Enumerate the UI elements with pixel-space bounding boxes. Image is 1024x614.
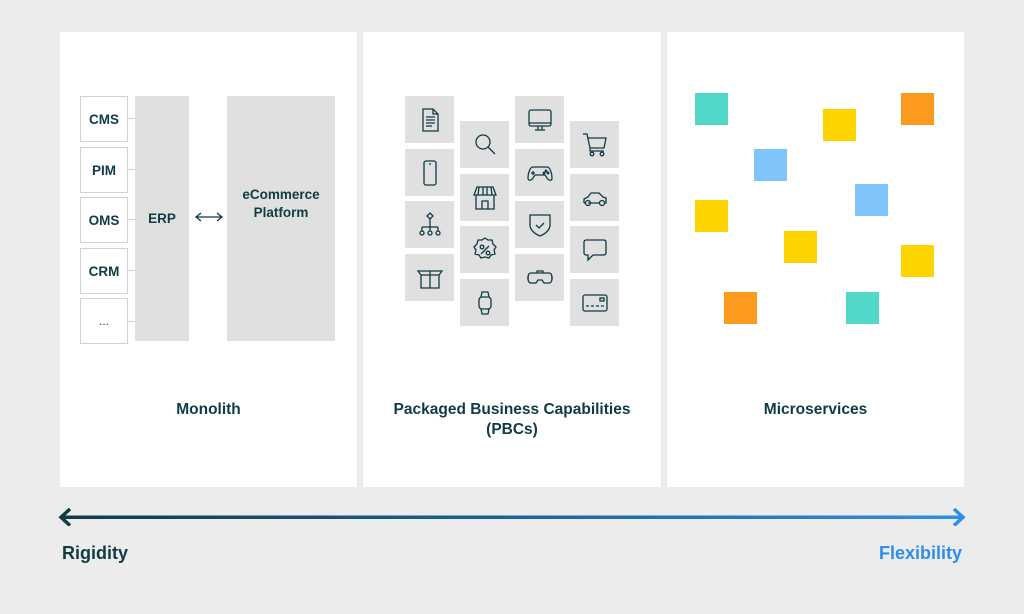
connector-line [128, 219, 135, 220]
system-label: PIM [91, 162, 116, 178]
search-icon [474, 133, 495, 154]
pbc-tile [405, 201, 454, 248]
microservice-square-orange [901, 93, 934, 125]
ecommerce-label-line2: Platform [253, 204, 309, 220]
system-label: ... [98, 314, 109, 328]
pbc-tile [405, 96, 454, 143]
pbc-tile [405, 254, 454, 301]
shield-check-icon [528, 213, 551, 237]
car-icon [582, 191, 607, 206]
connector-line [128, 321, 135, 322]
system-box-oms: OMS [80, 197, 128, 243]
pbc-tile [570, 174, 619, 221]
pbcs-title: Packaged Business Capabilities (PBCs) [363, 400, 661, 440]
pbc-tile [460, 279, 509, 326]
cart-icon [582, 132, 607, 156]
discount-icon [472, 236, 497, 259]
monitor-icon [527, 108, 552, 131]
microservices-title: Microservices [763, 401, 868, 418]
microservices-panel: Microservices [667, 32, 964, 487]
document-icon [421, 107, 439, 132]
org-chart-icon [418, 211, 441, 236]
pbc-tile [460, 121, 509, 168]
box-icon [416, 269, 443, 289]
bidirectional-arrow-icon [194, 212, 224, 222]
system-label: OMS [88, 212, 120, 228]
microservice-square-teal [695, 93, 728, 125]
connector-line [128, 118, 135, 119]
flexibility-label: Flexibility [878, 543, 962, 563]
connector-line [128, 270, 135, 271]
pbcs-title-line1: Packaged Business Capabilities [393, 401, 631, 418]
pbcs-title-line2: (PBCs) [486, 421, 538, 438]
ecommerce-platform-block: eCommerce Platform [227, 96, 335, 341]
rigidity-flexibility-arrow [58, 508, 966, 526]
microservice-square-yellow [901, 245, 934, 277]
pbc-tile [570, 226, 619, 273]
pbc-tile [570, 279, 619, 326]
pbc-tile [515, 149, 564, 196]
system-box-pim: PIM [80, 147, 128, 193]
microservice-square-blue [754, 149, 787, 181]
ecommerce-label-line1: eCommerce [242, 186, 320, 202]
connector-line [128, 169, 135, 170]
erp-label: ERP [148, 211, 176, 226]
monolith-panel: CMS PIM OMS CRM ... ERP eCommerce Platfo… [60, 32, 357, 487]
microservice-square-yellow [784, 231, 817, 263]
microservice-square-blue [855, 184, 888, 216]
pbc-tile [405, 149, 454, 196]
microservice-square-yellow [695, 200, 728, 232]
rigidity-label: Rigidity [62, 543, 128, 563]
credit-card-icon [581, 293, 608, 312]
vr-headset-icon [526, 269, 553, 284]
smartphone-icon [422, 159, 437, 186]
gamepad-icon [526, 165, 553, 181]
smartwatch-icon [477, 290, 492, 315]
microservice-square-teal [846, 292, 879, 324]
microservice-square-orange [724, 292, 757, 324]
monolith-title: Monolith [176, 401, 241, 418]
erp-block: ERP [135, 96, 189, 341]
system-label: CMS [89, 111, 119, 127]
pbc-tile [570, 121, 619, 168]
pbc-tile [515, 96, 564, 143]
system-box-crm: CRM [80, 248, 128, 294]
system-box-more: ... [80, 298, 128, 344]
pbc-tile [515, 254, 564, 301]
pbcs-panel: Packaged Business Capabilities (PBCs) [363, 32, 661, 487]
system-label: CRM [88, 263, 120, 279]
system-box-cms: CMS [80, 96, 128, 142]
chat-bubble-icon [582, 238, 607, 262]
pbc-tile [460, 174, 509, 221]
storefront-icon [472, 185, 497, 210]
pbc-tile [515, 201, 564, 248]
microservice-square-yellow [823, 109, 856, 141]
pbc-tile [460, 226, 509, 273]
